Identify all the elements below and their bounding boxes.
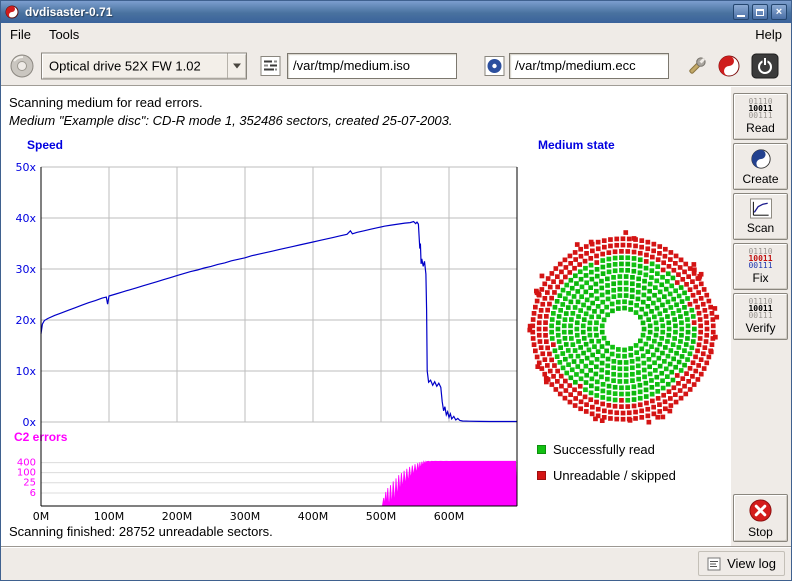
- legend-swatch: [537, 445, 546, 454]
- menu-tools[interactable]: Tools: [40, 24, 88, 45]
- verify-label: Verify: [745, 321, 775, 335]
- svg-text:10x: 10x: [15, 365, 36, 378]
- svg-text:400: 400: [17, 458, 36, 469]
- window-title: dvdisaster-0.71: [25, 5, 730, 19]
- medium-state-disc: [523, 229, 723, 429]
- close-button[interactable]: ×: [771, 4, 787, 20]
- main-area: Scanning medium for read errors. Medium …: [1, 87, 791, 546]
- drive-selector-value: Optical drive 52X FW 1.02: [42, 58, 227, 73]
- svg-text:200M: 200M: [162, 510, 193, 523]
- legend-item-read: Successfully read: [537, 442, 655, 457]
- create-button[interactable]: Create: [733, 143, 788, 190]
- ecc-file-icon: [484, 55, 505, 76]
- svg-text:0M: 0M: [33, 510, 50, 523]
- status-line-1: Scanning medium for read errors.: [9, 95, 203, 110]
- svg-text:500M: 500M: [366, 510, 397, 523]
- app-window: dvdisaster-0.71 × File Tools Help Optica…: [0, 0, 792, 581]
- maximize-button[interactable]: [752, 4, 768, 20]
- view-log-button[interactable]: View log: [698, 551, 785, 576]
- svg-text:0x: 0x: [22, 416, 36, 429]
- red-disc-logo-icon: [717, 54, 741, 78]
- verify-button[interactable]: 01110 10011 00111 Verify: [733, 293, 788, 340]
- yin-yang-icon: [750, 148, 772, 170]
- preferences-button[interactable]: [683, 52, 711, 80]
- scan-label: Scan: [747, 221, 774, 235]
- stop-label: Stop: [748, 525, 773, 539]
- menu-help[interactable]: Help: [746, 24, 791, 45]
- svg-text:100M: 100M: [94, 510, 125, 523]
- scan-button[interactable]: Scan: [733, 193, 788, 240]
- stop-icon: [748, 498, 773, 523]
- image-file-icon: [260, 55, 281, 76]
- close-icon: ×: [776, 7, 782, 18]
- minimize-icon: [737, 15, 745, 17]
- fix-label: Fix: [753, 271, 769, 285]
- svg-text:300M: 300M: [230, 510, 261, 523]
- scan-chart-icon: [749, 198, 773, 219]
- svg-text:6: 6: [30, 488, 36, 499]
- drive-selector[interactable]: Optical drive 52X FW 1.02: [41, 52, 247, 79]
- power-icon: [751, 53, 779, 79]
- help-button[interactable]: [715, 52, 743, 80]
- toolbar: Optical drive 52X FW 1.02: [1, 46, 791, 85]
- titlebar: dvdisaster-0.71 ×: [1, 1, 791, 23]
- svg-text:30x: 30x: [15, 263, 36, 276]
- verify-binary-icon: 01110 10011 00111: [748, 298, 772, 319]
- action-sidebar: 01110 10011 00111 Read Create: [731, 87, 791, 546]
- svg-text:50x: 50x: [15, 161, 36, 174]
- fix-binary-icon: 01110 10011 00111: [748, 248, 772, 269]
- legend-label: Unreadable / skipped: [553, 468, 676, 483]
- chart-panel: Scanning medium for read errors. Medium …: [1, 87, 731, 546]
- menu-file[interactable]: File: [1, 24, 40, 45]
- fix-button[interactable]: 01110 10011 00111 Fix: [733, 243, 788, 290]
- scan-result-status: Scanning finished: 28752 unreadable sect…: [9, 524, 273, 539]
- app-logo-icon: [5, 5, 19, 19]
- create-label: Create: [742, 172, 778, 186]
- speed-and-c2-chart: 50x 40x 30x 20x 10x 0x 0M 100M 200M 300M 400M 500M 6…: [1, 153, 531, 535]
- c2-errors-chart-title: C2 errors: [14, 430, 67, 444]
- log-icon: [707, 557, 721, 571]
- ecc-file-input[interactable]: [509, 53, 669, 79]
- medium-state-title: Medium state: [538, 138, 615, 152]
- drive-selector-arrow-box: [227, 53, 246, 78]
- menubar: File Tools Help: [1, 23, 791, 46]
- footer-bar: View log: [1, 546, 791, 580]
- legend-item-unreadable: Unreadable / skipped: [537, 468, 676, 483]
- minimize-button[interactable]: [733, 4, 749, 20]
- svg-text:20x: 20x: [15, 314, 36, 327]
- wrench-icon: [685, 54, 709, 78]
- svg-text:400M: 400M: [298, 510, 329, 523]
- optical-drive-icon: [9, 53, 35, 79]
- svg-text:40x: 40x: [15, 212, 36, 225]
- legend-swatch: [537, 471, 546, 480]
- svg-text:600M: 600M: [434, 510, 465, 523]
- speed-chart-title: Speed: [27, 138, 63, 152]
- svg-text:25: 25: [23, 478, 36, 489]
- legend-label: Successfully read: [553, 442, 655, 457]
- read-binary-icon: 01110 10011 00111: [748, 98, 772, 119]
- chevron-down-icon: [233, 63, 241, 68]
- read-label: Read: [746, 121, 775, 135]
- maximize-icon: [756, 9, 764, 16]
- read-button[interactable]: 01110 10011 00111 Read: [733, 93, 788, 140]
- view-log-label: View log: [727, 556, 776, 571]
- stop-button[interactable]: Stop: [733, 494, 788, 542]
- quit-button[interactable]: [749, 52, 781, 80]
- svg-text:100: 100: [17, 468, 36, 479]
- status-line-2: Medium "Example disc": CD-R mode 1, 3524…: [9, 113, 453, 128]
- image-file-input[interactable]: [287, 53, 457, 79]
